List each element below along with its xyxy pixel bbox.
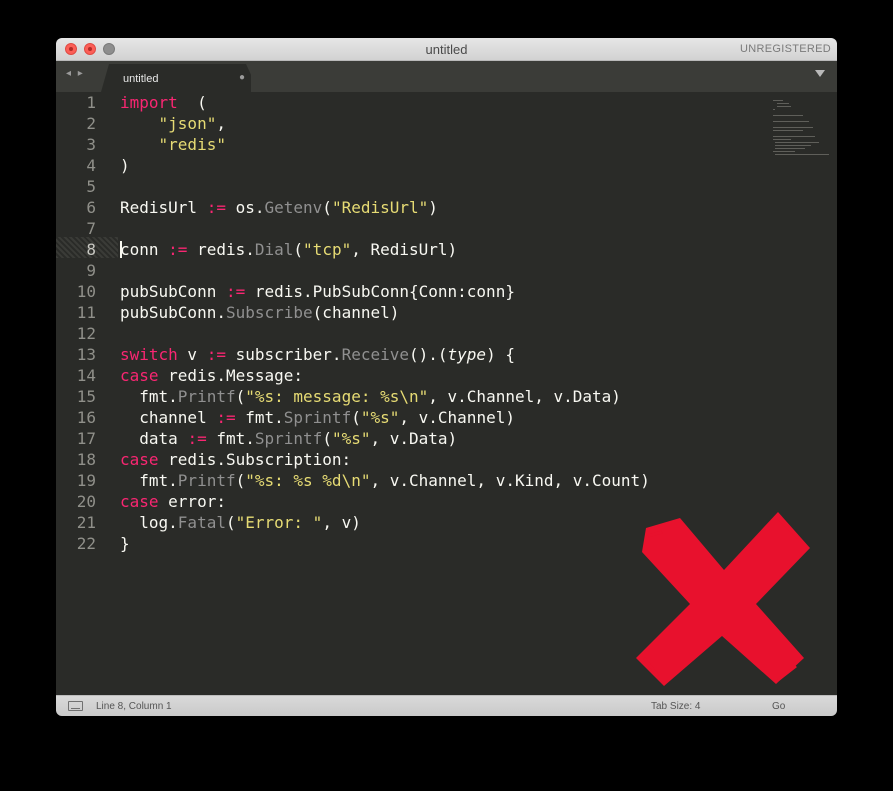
code-line: case redis.Subscription: bbox=[120, 450, 352, 469]
unregistered-label: UNREGISTERED bbox=[740, 43, 831, 55]
tab-bar: ◂ ▸ untitled ● bbox=[56, 61, 837, 92]
code-line: fmt.Printf("%s: message: %s\n", v.Channe… bbox=[120, 387, 621, 406]
code-line: "json", bbox=[158, 114, 226, 133]
window-title: untitled bbox=[425, 42, 468, 57]
code-line: ) bbox=[120, 156, 130, 175]
status-bar: Line 8, Column 1 Tab Size: 4 Go bbox=[56, 695, 837, 716]
code-line: case redis.Message: bbox=[120, 366, 304, 385]
line-number: 3 bbox=[86, 135, 96, 154]
tab-untitled[interactable]: untitled ● bbox=[101, 64, 251, 92]
line-number: 11 bbox=[76, 303, 96, 322]
title-bar: untitled UNREGISTERED bbox=[56, 38, 837, 61]
line-number: 5 bbox=[86, 177, 96, 196]
line-number: 14 bbox=[76, 366, 96, 385]
line-number: 18 bbox=[76, 450, 96, 469]
code-line: fmt.Printf("%s: %s %d\n", v.Channel, v.K… bbox=[120, 471, 650, 490]
line-number: 15 bbox=[76, 387, 96, 406]
line-number: 16 bbox=[76, 408, 96, 427]
code-line: pubSubConn := redis.PubSubConn{Conn:conn… bbox=[120, 282, 515, 301]
line-number: 2 bbox=[86, 114, 96, 133]
line-number: 1 bbox=[86, 93, 96, 112]
line-number-gutter: 1 2 3 4 5 6 7 8 9 10 11 12 13 14 15 16 17 18 19 20 21 22 bbox=[56, 92, 106, 695]
code-line: switch v := subscriber.Receive().(type) … bbox=[120, 345, 515, 364]
line-number: 21 bbox=[76, 513, 96, 532]
code-line: } bbox=[120, 534, 130, 553]
syntax-selector[interactable]: Go bbox=[772, 701, 785, 712]
cursor-position: Line 8, Column 1 bbox=[96, 701, 172, 712]
panel-toggle-icon[interactable] bbox=[68, 701, 83, 711]
line-number: 6 bbox=[86, 198, 96, 217]
code-line: conn := redis.Dial("tcp", RedisUrl) bbox=[120, 240, 458, 259]
line-number: 9 bbox=[86, 261, 96, 280]
line-number: 22 bbox=[76, 534, 96, 553]
code-line: import ( bbox=[120, 93, 207, 112]
code-line: channel := fmt.Sprintf("%s", v.Channel) bbox=[120, 408, 515, 427]
line-number: 12 bbox=[76, 324, 96, 343]
line-number: 19 bbox=[76, 471, 96, 490]
code-line: log.Fatal("Error: ", v) bbox=[120, 513, 361, 532]
code-line: data := fmt.Sprintf("%s", v.Data) bbox=[120, 429, 458, 448]
line-number: 13 bbox=[76, 345, 96, 364]
line-number: 4 bbox=[86, 156, 96, 175]
line-number: 17 bbox=[76, 429, 96, 448]
tab-label: untitled bbox=[123, 73, 159, 85]
line-number: 7 bbox=[86, 219, 96, 238]
tab-nav-arrows-icon[interactable]: ◂ ▸ bbox=[66, 68, 85, 79]
line-number: 8 bbox=[86, 240, 96, 259]
code-line: case error: bbox=[120, 492, 226, 511]
minimap[interactable] bbox=[773, 98, 831, 158]
tab-overflow-menu-icon[interactable] bbox=[815, 70, 825, 77]
code-line: RedisUrl := os.Getenv("RedisUrl") bbox=[120, 198, 438, 217]
line-number: 20 bbox=[76, 492, 96, 511]
code-line: pubSubConn.Subscribe(channel) bbox=[120, 303, 400, 322]
code-line: "redis" bbox=[158, 135, 226, 154]
tab-close-icon[interactable]: ● bbox=[239, 72, 245, 83]
tab-size-selector[interactable]: Tab Size: 4 bbox=[651, 701, 700, 712]
red-x-mark-icon bbox=[636, 512, 810, 686]
line-number: 10 bbox=[76, 282, 96, 301]
